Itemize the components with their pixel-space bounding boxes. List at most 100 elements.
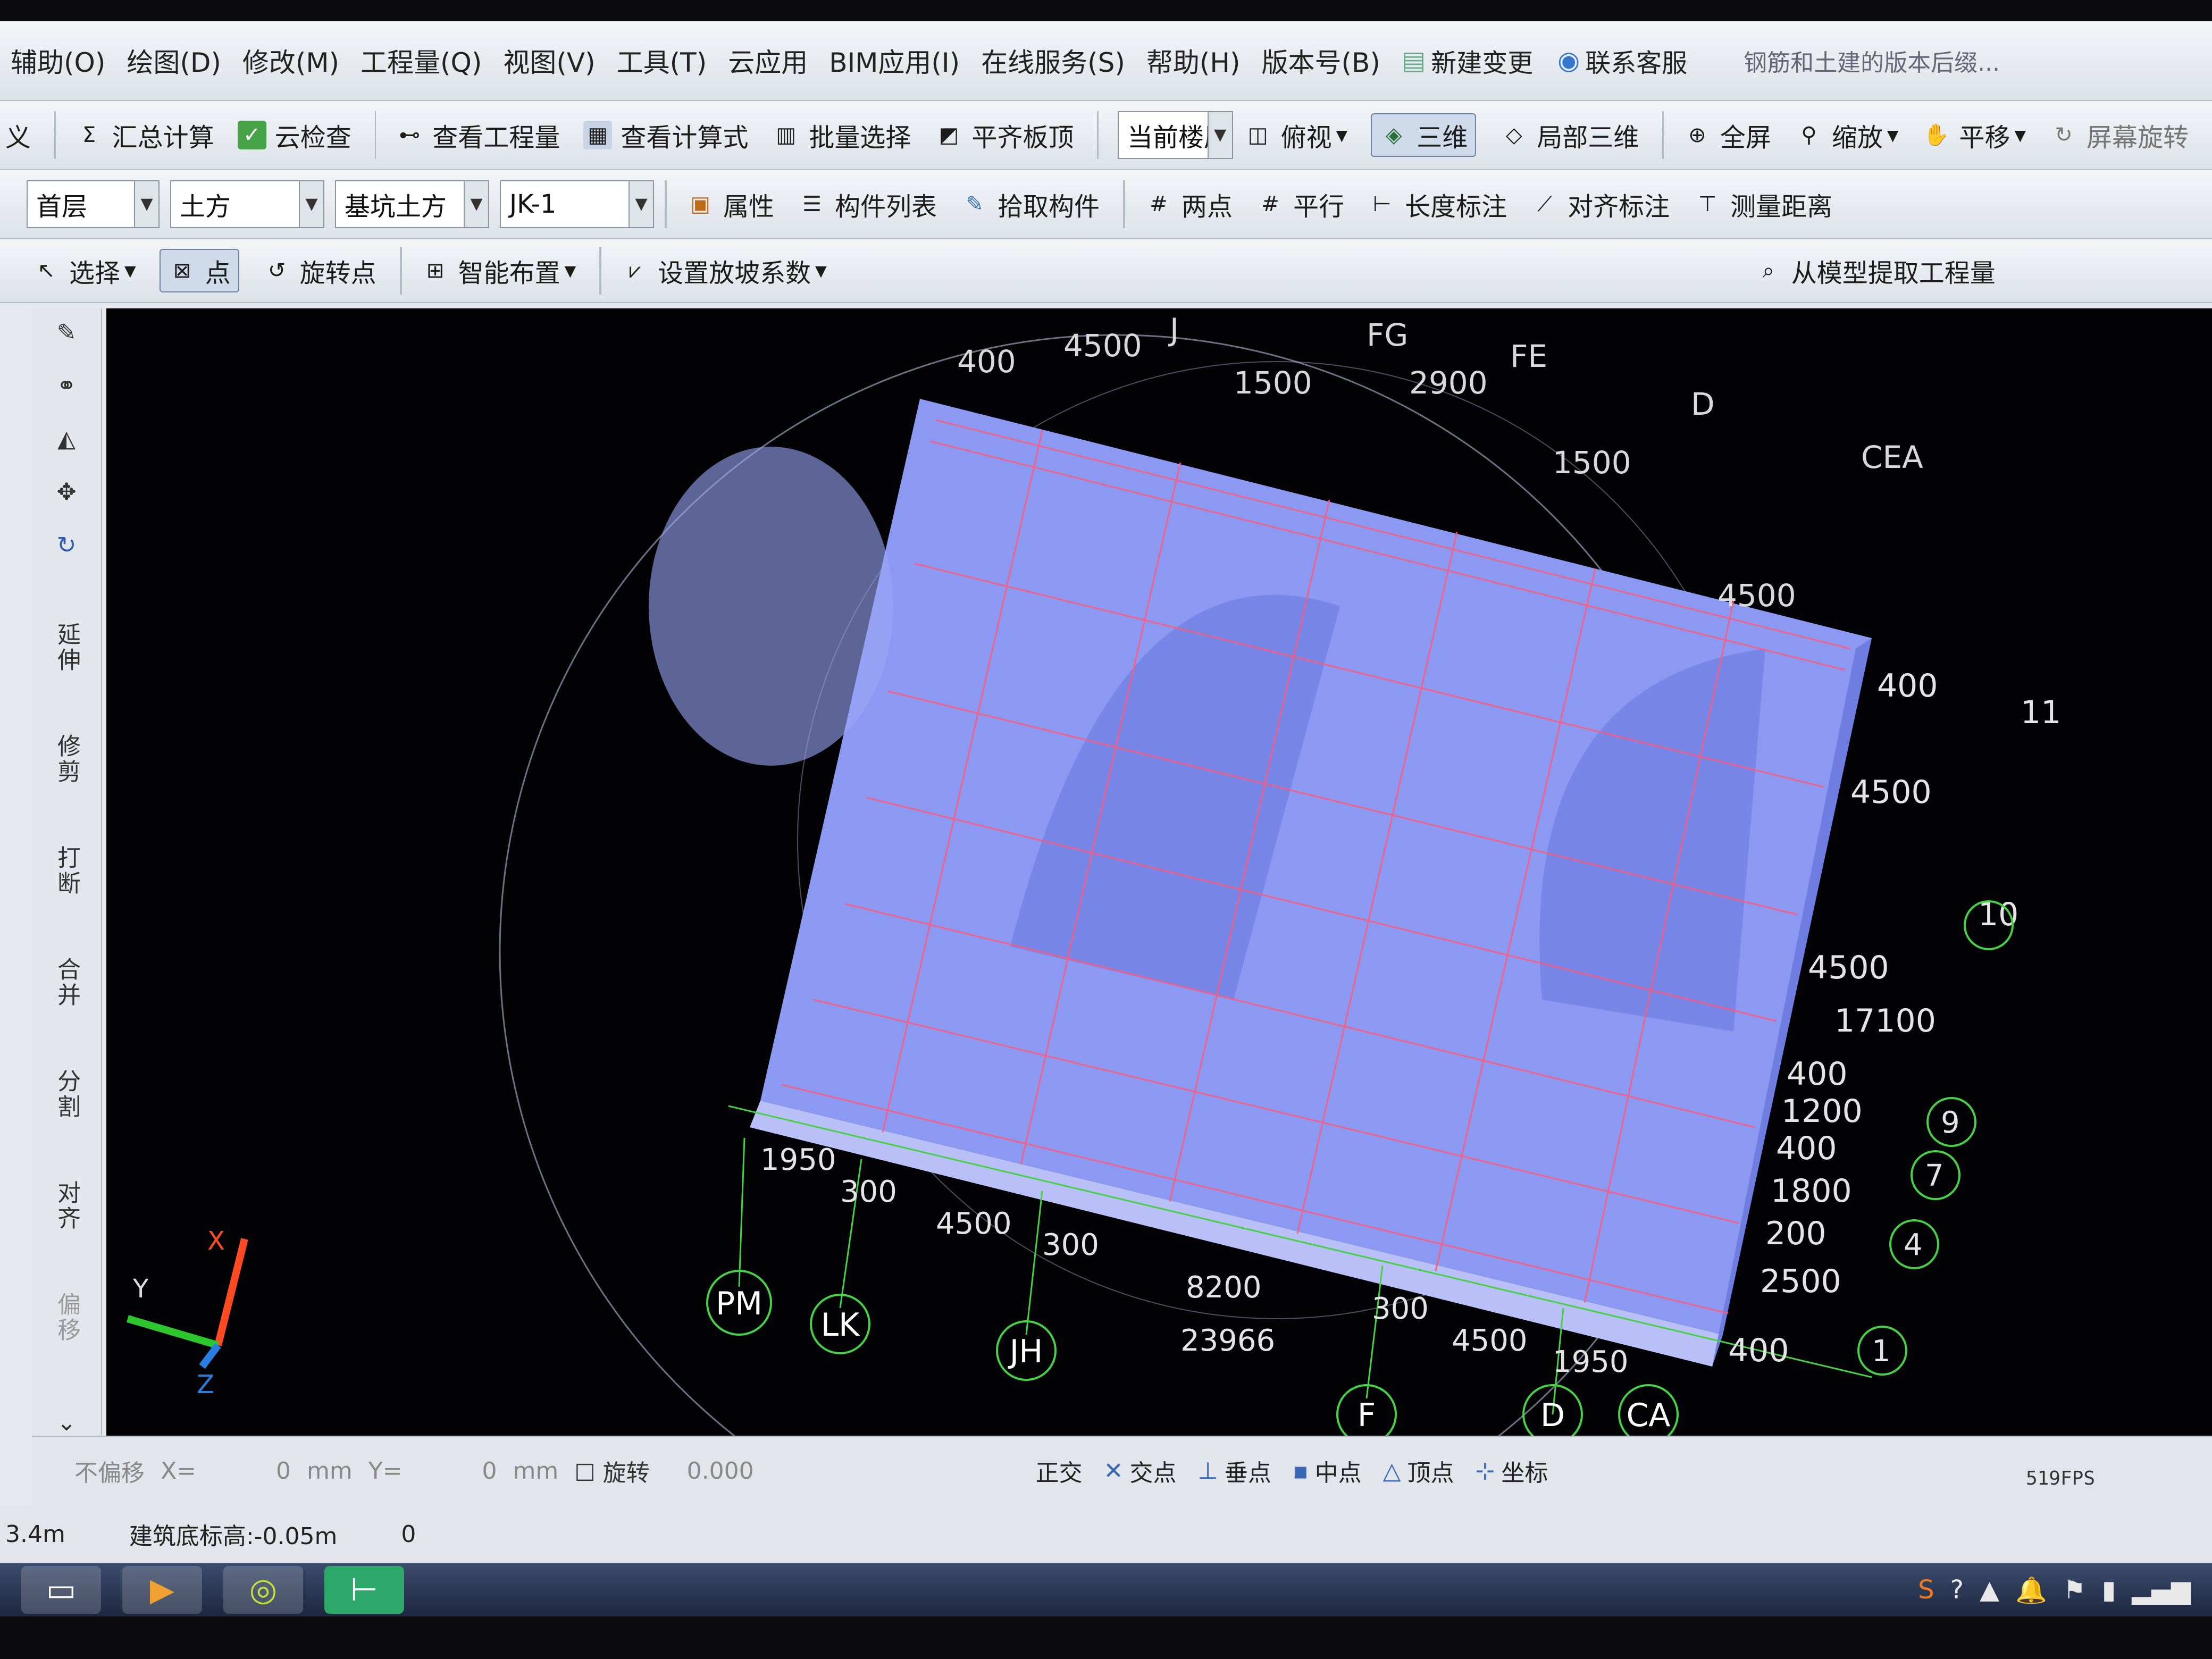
axis-gizmo: X Y Z — [127, 1226, 248, 1400]
coordinate-snap[interactable]: ⊹ 坐标 — [1476, 1454, 1548, 1488]
merge-tool[interactable]: 合并 — [53, 957, 80, 1008]
glodon-app-icon[interactable]: ⊢ — [324, 1566, 404, 1614]
menu-item-tools[interactable]: 工具(T) — [617, 41, 707, 80]
new-change-button[interactable]: ▤ 新建变更 — [1402, 42, 1533, 79]
move-icon[interactable]: ✥ — [32, 479, 101, 506]
notification-icon[interactable]: 🔔 — [2015, 1575, 2047, 1605]
cloud-check-button[interactable]: ✓ 云检查 — [237, 116, 351, 154]
document-icon: ▤ — [1401, 46, 1426, 76]
category-value: 土方 — [180, 192, 231, 222]
floor-dropdown[interactable]: 首层 ▼ — [27, 180, 160, 228]
signal-icon[interactable]: ▂▄▆ — [2132, 1575, 2191, 1605]
copy-icon[interactable]: ⚭ — [32, 372, 101, 399]
chevron-down-icon: ▼ — [464, 181, 488, 227]
menu-item-help[interactable]: 帮助(H) — [1146, 41, 1241, 80]
menu-item-assist[interactable]: 辅助(O) — [11, 41, 105, 80]
local-3d-button[interactable]: ◇ 局部三维 — [1499, 116, 1639, 154]
brush-icon[interactable]: ✎ — [32, 319, 101, 346]
component-list-button[interactable]: ☰ 构件列表 — [798, 186, 937, 223]
flag-icon[interactable]: ⚑ — [2063, 1575, 2086, 1605]
perpendicular-snap[interactable]: ⊥ 垂点 — [1198, 1454, 1271, 1488]
extract-from-model-button[interactable]: ⌕ 从模型提取工程量 — [1754, 252, 1996, 289]
screen-rotate-button[interactable]: ↻ 屏幕旋转 — [2049, 116, 2189, 154]
contact-service-button[interactable]: ◉ 联系客服 — [1557, 42, 1687, 79]
media-player-icon[interactable]: ▶ — [122, 1566, 202, 1614]
browser-icon[interactable]: ◎ — [223, 1566, 303, 1614]
dim-label: 200 — [1765, 1215, 1826, 1252]
axis-letter: PM — [716, 1285, 763, 1322]
top-view-button[interactable]: ◫ 俯视 ▼ — [1244, 116, 1347, 154]
rotate-angle-input[interactable]: 0.000 — [687, 1457, 754, 1485]
dim-label: 300 — [840, 1175, 897, 1209]
battery-icon[interactable]: ▮ — [2102, 1575, 2116, 1605]
full-screen-button[interactable]: ⊕ 全屏 — [1683, 116, 1771, 154]
view-quantity-button[interactable]: ⊷ 查看工程量 — [395, 116, 560, 154]
element-dropdown[interactable]: JK-1 ▼ — [500, 180, 654, 228]
align-tool[interactable]: 对齐 — [53, 1180, 80, 1231]
menu-item-version[interactable]: 版本号(B) — [1262, 41, 1380, 80]
aligned-dim-button[interactable]: ⟋ 对齐标注 — [1530, 186, 1670, 223]
select-button[interactable]: ↖ 选择 ▼ — [32, 252, 136, 289]
two-point-axis-button[interactable]: # 两点 — [1144, 186, 1233, 223]
x-coord-input[interactable]: 0 — [276, 1457, 291, 1485]
menu-item-draw[interactable]: 绘图(D) — [127, 41, 221, 80]
menu-item-view[interactable]: 视图(V) — [503, 41, 595, 80]
midpoint-snap[interactable]: ▪ 中点 — [1293, 1454, 1362, 1488]
vertex-snap[interactable]: △ 顶点 — [1383, 1454, 1454, 1488]
dim-label: 17100 — [1834, 1002, 1936, 1040]
element-type-dropdown[interactable]: 基坑土方 ▼ — [335, 180, 489, 228]
measure-distance-button[interactable]: ⊤ 测量距离 — [1693, 186, 1832, 223]
height-value: 3.4m — [5, 1520, 65, 1548]
parallel-axis-button[interactable]: # 平行 — [1256, 186, 1344, 223]
batch-select-button[interactable]: ▥ 批量选择 — [772, 116, 911, 154]
menu-item-modify[interactable]: 修改(M) — [242, 41, 339, 80]
axis-letter: JH — [1008, 1333, 1043, 1370]
input-method-icon[interactable]: S — [1918, 1575, 1934, 1605]
view-formula-button[interactable]: ▦ 查看计算式 — [583, 116, 748, 154]
ortho-toggle[interactable]: 正交 — [1036, 1454, 1083, 1488]
rotate-checkbox[interactable]: ☐ 旋转 — [574, 1454, 649, 1488]
mirror-icon[interactable]: ◭ — [32, 425, 101, 453]
dim-label: 4500 — [1452, 1323, 1528, 1358]
help-icon[interactable]: ? — [1950, 1575, 1964, 1605]
pan-button[interactable]: ✋ 平移 ▼ — [1922, 116, 2026, 154]
floor-value: 首层 — [36, 192, 88, 222]
set-slope-button[interactable]: ⩗ 设置放坡系数 ▼ — [621, 252, 827, 289]
y-coord-input[interactable]: 0 — [482, 1457, 497, 1485]
rotate-icon[interactable]: ↻ — [32, 532, 101, 559]
axis-letter: D — [1691, 386, 1715, 422]
zoom-button[interactable]: ⚲ 缩放 ▼ — [1795, 116, 1898, 154]
glasses-icon: ⊷ — [399, 123, 421, 147]
current-floor-dropdown[interactable]: 当前楼层 ▼ — [1117, 111, 1233, 159]
rotate-point-button[interactable]: ↺ 旋转点 — [263, 252, 376, 289]
point-button[interactable]: ⊠ 点 — [159, 249, 239, 292]
folder-icon[interactable]: ▭ — [21, 1566, 101, 1614]
ortho-label: 正交 — [1035, 1460, 1083, 1487]
menu-item-cloud[interactable]: 云应用 — [728, 41, 808, 80]
menu-item-bim[interactable]: BIM应用(I) — [829, 41, 960, 80]
split-tool[interactable]: 分割 — [53, 1069, 80, 1120]
pick-component-button[interactable]: ✎ 拾取构件 — [960, 186, 1100, 223]
3d-viewport[interactable]: 400 4500 J 1500 FG 2900 FE D 1500 CEA 45… — [106, 308, 2212, 1436]
offset-tool[interactable]: 偏移 — [53, 1292, 80, 1343]
align-slab-top-button[interactable]: ◩ 平齐板顶 — [934, 116, 1074, 154]
axis-letter: FE — [1510, 338, 1547, 374]
offset-mode-dropdown[interactable]: 不偏移 — [74, 1454, 145, 1488]
extend-tool[interactable]: 延伸 — [53, 622, 80, 673]
properties-button[interactable]: ▣ 属性 — [686, 186, 774, 223]
intersection-snap[interactable]: ✕ 交点 — [1104, 1454, 1177, 1488]
menu-item-quantity[interactable]: 工程量(Q) — [361, 41, 482, 80]
break-tool[interactable]: 打断 — [53, 845, 80, 896]
double-chevron-down-icon[interactable]: ⌄ — [32, 1409, 101, 1436]
category-dropdown[interactable]: 土方 ▼ — [170, 180, 324, 228]
length-dim-button[interactable]: ⊢ 长度标注 — [1368, 186, 1507, 223]
trim-tool[interactable]: 修剪 — [53, 734, 80, 785]
model-canvas[interactable]: 400 4500 J 1500 FG 2900 FE D 1500 CEA 45… — [106, 308, 2212, 1436]
dim-label: 1950 — [1553, 1345, 1629, 1379]
menu-item-online[interactable]: 在线服务(S) — [981, 41, 1125, 80]
toolbar-separator — [1662, 111, 1664, 159]
tray-expand-icon[interactable]: ▲ — [1980, 1575, 1999, 1605]
smart-layout-button[interactable]: ⊞ 智能布置 ▼ — [421, 252, 576, 289]
summary-calc-button[interactable]: Σ 汇总计算 — [75, 116, 214, 154]
three-d-button[interactable]: ◈ 三维 — [1371, 113, 1477, 157]
